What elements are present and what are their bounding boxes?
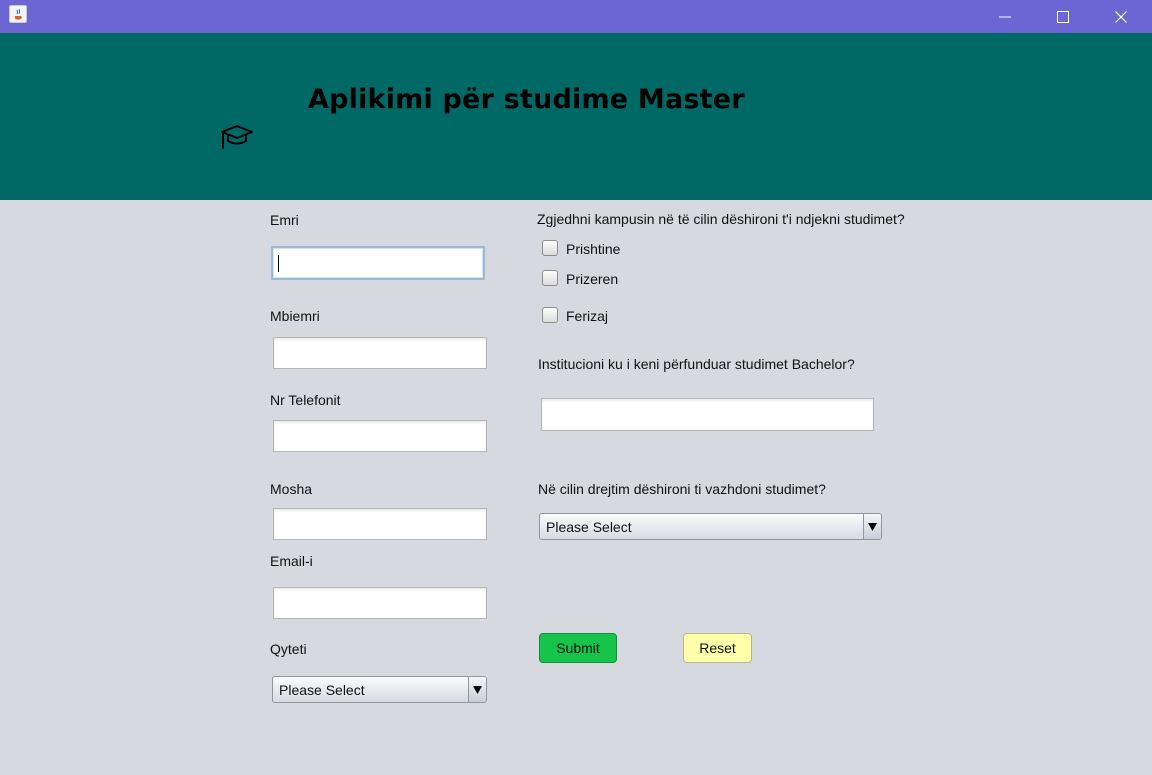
drejtimi-dropdown-button[interactable] [863,514,881,539]
maximize-button[interactable] [1034,0,1092,33]
close-icon [1115,10,1127,23]
mosha-label: Mosha [270,481,313,497]
institucioni-label: Institucioni ku i keni përfunduar studim… [538,356,855,372]
page-title: Aplikimi për studime Master [308,84,745,115]
emri-input[interactable] [271,246,485,280]
close-button[interactable] [1092,0,1150,33]
maximize-icon [1057,10,1069,23]
header-banner: Aplikimi për studime Master [0,33,1152,200]
drejtimi-selected-value: Please Select [546,519,632,535]
checkbox-label-prishtine: Prishtine [566,241,621,257]
drejtimi-label: Në cilin drejtim dëshironi ti vazhdoni s… [538,481,826,497]
emri-label: Emri [270,212,299,228]
qyteti-select[interactable]: Please Select [272,676,487,703]
checkbox-prishtine[interactable] [542,240,558,256]
submit-button[interactable]: Submit [539,633,617,663]
java-app-icon[interactable] [9,5,27,23]
dropdown-arrow-icon [868,522,877,531]
telefoni-input[interactable] [273,420,487,452]
qyteti-label: Qyteti [270,641,307,657]
checkbox-label-ferizaj: Ferizaj [566,308,609,324]
email-label: Email-i [270,553,313,569]
dropdown-arrow-icon [473,685,482,694]
text-caret [278,255,279,272]
minimize-icon [999,16,1011,17]
checkbox-prizeren[interactable] [542,270,558,286]
drejtimi-select[interactable]: Please Select [539,513,882,540]
checkbox-label-prizeren: Prizeren [566,271,619,287]
reset-button[interactable]: Reset [683,633,752,663]
kampusi-question: Zgjedhni kampusin në të cilin dëshironi … [537,211,905,227]
graduation-cap-icon [221,125,253,149]
checkbox-ferizaj[interactable] [542,307,558,323]
qyteti-selected-value: Please Select [279,682,365,698]
window-titlebar [0,0,1152,33]
mbiemri-label: Mbiemri [270,308,320,324]
email-input[interactable] [273,587,487,619]
mbiemri-input[interactable] [273,337,487,369]
minimize-button[interactable] [976,0,1034,33]
telefoni-label: Nr Telefonit [270,392,341,408]
mosha-input[interactable] [273,508,487,540]
qyteti-dropdown-button[interactable] [468,677,486,702]
institucioni-input[interactable] [541,398,874,431]
